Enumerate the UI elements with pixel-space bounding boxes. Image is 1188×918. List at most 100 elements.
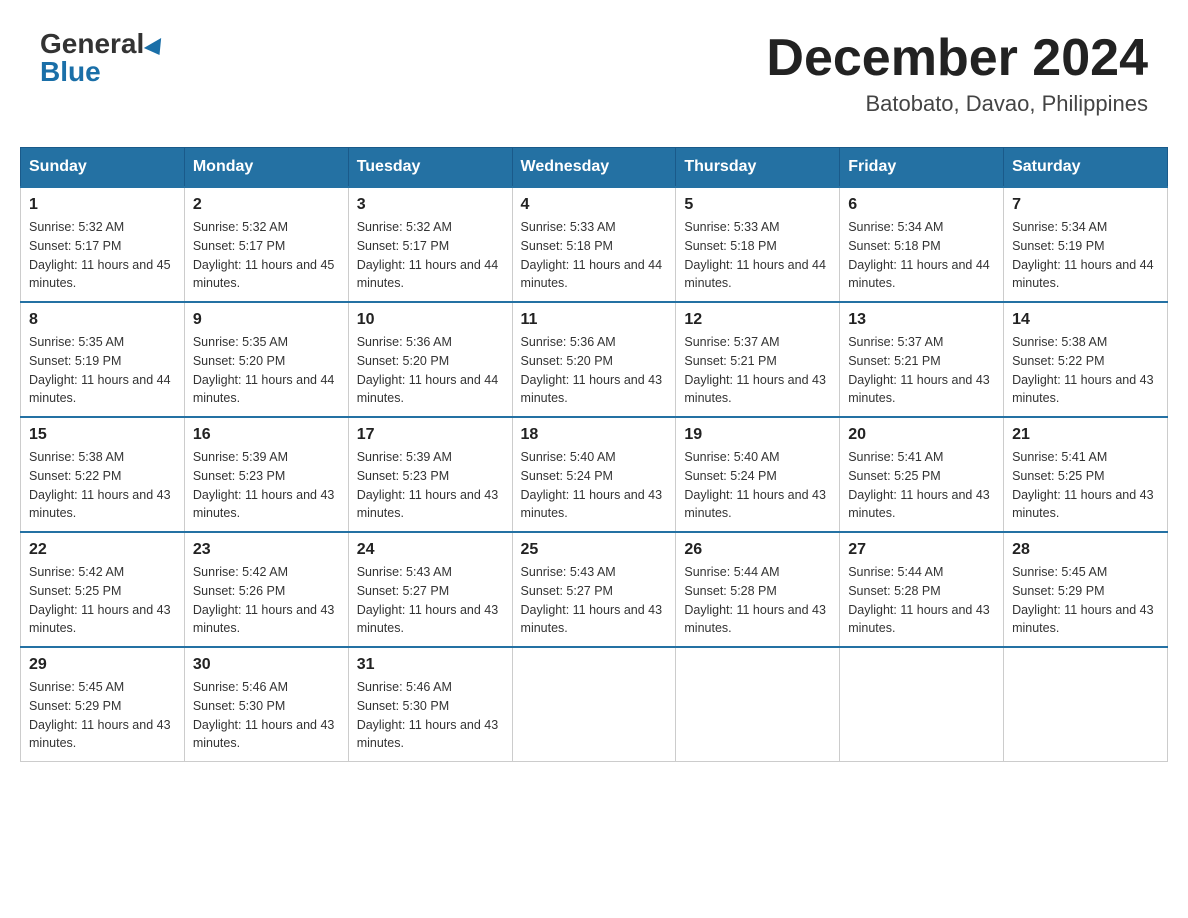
sunset-label: Sunset: 5:20 PM: [193, 354, 285, 368]
sunset-label: Sunset: 5:21 PM: [684, 354, 776, 368]
day-number: 17: [357, 426, 504, 444]
daylight-label: Daylight: 11 hours and 43 minutes.: [848, 373, 990, 406]
sunset-label: Sunset: 5:21 PM: [848, 354, 940, 368]
daylight-label: Daylight: 11 hours and 44 minutes.: [357, 373, 499, 406]
sunrise-label: Sunrise: 5:45 AM: [29, 680, 124, 694]
sunset-label: Sunset: 5:29 PM: [29, 699, 121, 713]
logo-triangle-icon: [144, 38, 168, 60]
daylight-label: Daylight: 11 hours and 44 minutes.: [357, 258, 499, 291]
sunrise-label: Sunrise: 5:34 AM: [1012, 220, 1107, 234]
day-info: Sunrise: 5:45 AM Sunset: 5:29 PM Dayligh…: [1012, 563, 1159, 638]
day-number: 4: [521, 196, 668, 214]
sunset-label: Sunset: 5:29 PM: [1012, 584, 1104, 598]
calendar-cell: [676, 647, 840, 762]
calendar-cell: 5 Sunrise: 5:33 AM Sunset: 5:18 PM Dayli…: [676, 187, 840, 302]
day-number: 9: [193, 311, 340, 329]
calendar-table: SundayMondayTuesdayWednesdayThursdayFrid…: [20, 147, 1168, 762]
sunset-label: Sunset: 5:22 PM: [29, 469, 121, 483]
sunrise-label: Sunrise: 5:37 AM: [684, 335, 779, 349]
day-number: 8: [29, 311, 176, 329]
day-info: Sunrise: 5:35 AM Sunset: 5:20 PM Dayligh…: [193, 333, 340, 408]
sunrise-label: Sunrise: 5:34 AM: [848, 220, 943, 234]
day-number: 7: [1012, 196, 1159, 214]
calendar-header-sunday: Sunday: [21, 148, 185, 188]
day-info: Sunrise: 5:44 AM Sunset: 5:28 PM Dayligh…: [848, 563, 995, 638]
sunrise-label: Sunrise: 5:38 AM: [1012, 335, 1107, 349]
calendar-cell: 23 Sunrise: 5:42 AM Sunset: 5:26 PM Dayl…: [184, 532, 348, 647]
sunrise-label: Sunrise: 5:35 AM: [29, 335, 124, 349]
day-info: Sunrise: 5:37 AM Sunset: 5:21 PM Dayligh…: [848, 333, 995, 408]
day-info: Sunrise: 5:34 AM Sunset: 5:19 PM Dayligh…: [1012, 218, 1159, 293]
day-info: Sunrise: 5:44 AM Sunset: 5:28 PM Dayligh…: [684, 563, 831, 638]
daylight-label: Daylight: 11 hours and 43 minutes.: [193, 488, 335, 521]
day-number: 11: [521, 311, 668, 329]
day-number: 24: [357, 541, 504, 559]
sunset-label: Sunset: 5:20 PM: [357, 354, 449, 368]
sunset-label: Sunset: 5:19 PM: [29, 354, 121, 368]
day-info: Sunrise: 5:34 AM Sunset: 5:18 PM Dayligh…: [848, 218, 995, 293]
calendar-cell: 15 Sunrise: 5:38 AM Sunset: 5:22 PM Dayl…: [21, 417, 185, 532]
calendar-cell: 8 Sunrise: 5:35 AM Sunset: 5:19 PM Dayli…: [21, 302, 185, 417]
day-number: 18: [521, 426, 668, 444]
calendar-week-row: 22 Sunrise: 5:42 AM Sunset: 5:25 PM Dayl…: [21, 532, 1168, 647]
sunrise-label: Sunrise: 5:37 AM: [848, 335, 943, 349]
sunrise-label: Sunrise: 5:46 AM: [357, 680, 452, 694]
sunrise-label: Sunrise: 5:43 AM: [521, 565, 616, 579]
day-info: Sunrise: 5:36 AM Sunset: 5:20 PM Dayligh…: [357, 333, 504, 408]
day-number: 30: [193, 656, 340, 674]
sunrise-label: Sunrise: 5:39 AM: [193, 450, 288, 464]
sunrise-label: Sunrise: 5:40 AM: [521, 450, 616, 464]
calendar-cell: 30 Sunrise: 5:46 AM Sunset: 5:30 PM Dayl…: [184, 647, 348, 762]
sunrise-label: Sunrise: 5:41 AM: [1012, 450, 1107, 464]
calendar-cell: 16 Sunrise: 5:39 AM Sunset: 5:23 PM Dayl…: [184, 417, 348, 532]
day-info: Sunrise: 5:32 AM Sunset: 5:17 PM Dayligh…: [29, 218, 176, 293]
calendar-week-row: 29 Sunrise: 5:45 AM Sunset: 5:29 PM Dayl…: [21, 647, 1168, 762]
day-number: 28: [1012, 541, 1159, 559]
calendar-cell: 9 Sunrise: 5:35 AM Sunset: 5:20 PM Dayli…: [184, 302, 348, 417]
calendar-cell: 19 Sunrise: 5:40 AM Sunset: 5:24 PM Dayl…: [676, 417, 840, 532]
day-info: Sunrise: 5:33 AM Sunset: 5:18 PM Dayligh…: [521, 218, 668, 293]
daylight-label: Daylight: 11 hours and 43 minutes.: [29, 603, 171, 636]
day-number: 6: [848, 196, 995, 214]
sunset-label: Sunset: 5:27 PM: [521, 584, 613, 598]
sunrise-label: Sunrise: 5:33 AM: [521, 220, 616, 234]
daylight-label: Daylight: 11 hours and 43 minutes.: [1012, 488, 1154, 521]
calendar-cell: 4 Sunrise: 5:33 AM Sunset: 5:18 PM Dayli…: [512, 187, 676, 302]
sunset-label: Sunset: 5:24 PM: [521, 469, 613, 483]
page-header: General Blue December 2024 Batobato, Dav…: [20, 20, 1168, 127]
calendar-header-wednesday: Wednesday: [512, 148, 676, 188]
calendar-cell: [840, 647, 1004, 762]
sunrise-label: Sunrise: 5:44 AM: [684, 565, 779, 579]
sunset-label: Sunset: 5:20 PM: [521, 354, 613, 368]
calendar-header-saturday: Saturday: [1004, 148, 1168, 188]
day-info: Sunrise: 5:35 AM Sunset: 5:19 PM Dayligh…: [29, 333, 176, 408]
calendar-cell: 27 Sunrise: 5:44 AM Sunset: 5:28 PM Dayl…: [840, 532, 1004, 647]
calendar-header-friday: Friday: [840, 148, 1004, 188]
calendar-header-thursday: Thursday: [676, 148, 840, 188]
sunset-label: Sunset: 5:18 PM: [848, 239, 940, 253]
daylight-label: Daylight: 11 hours and 43 minutes.: [1012, 373, 1154, 406]
daylight-label: Daylight: 11 hours and 44 minutes.: [193, 373, 335, 406]
day-info: Sunrise: 5:32 AM Sunset: 5:17 PM Dayligh…: [357, 218, 504, 293]
day-number: 20: [848, 426, 995, 444]
day-info: Sunrise: 5:36 AM Sunset: 5:20 PM Dayligh…: [521, 333, 668, 408]
day-info: Sunrise: 5:42 AM Sunset: 5:26 PM Dayligh…: [193, 563, 340, 638]
daylight-label: Daylight: 11 hours and 44 minutes.: [684, 258, 826, 291]
sunset-label: Sunset: 5:17 PM: [357, 239, 449, 253]
daylight-label: Daylight: 11 hours and 44 minutes.: [848, 258, 990, 291]
calendar-cell: 13 Sunrise: 5:37 AM Sunset: 5:21 PM Dayl…: [840, 302, 1004, 417]
calendar-week-row: 1 Sunrise: 5:32 AM Sunset: 5:17 PM Dayli…: [21, 187, 1168, 302]
sunrise-label: Sunrise: 5:46 AM: [193, 680, 288, 694]
calendar-cell: 28 Sunrise: 5:45 AM Sunset: 5:29 PM Dayl…: [1004, 532, 1168, 647]
day-number: 21: [1012, 426, 1159, 444]
sunrise-label: Sunrise: 5:36 AM: [521, 335, 616, 349]
calendar-cell: 25 Sunrise: 5:43 AM Sunset: 5:27 PM Dayl…: [512, 532, 676, 647]
sunrise-label: Sunrise: 5:45 AM: [1012, 565, 1107, 579]
logo-general-text: General: [40, 30, 166, 58]
sunset-label: Sunset: 5:17 PM: [193, 239, 285, 253]
sunrise-label: Sunrise: 5:42 AM: [193, 565, 288, 579]
day-info: Sunrise: 5:38 AM Sunset: 5:22 PM Dayligh…: [29, 448, 176, 523]
sunrise-label: Sunrise: 5:39 AM: [357, 450, 452, 464]
logo-blue-text: Blue: [40, 58, 101, 86]
sunset-label: Sunset: 5:26 PM: [193, 584, 285, 598]
